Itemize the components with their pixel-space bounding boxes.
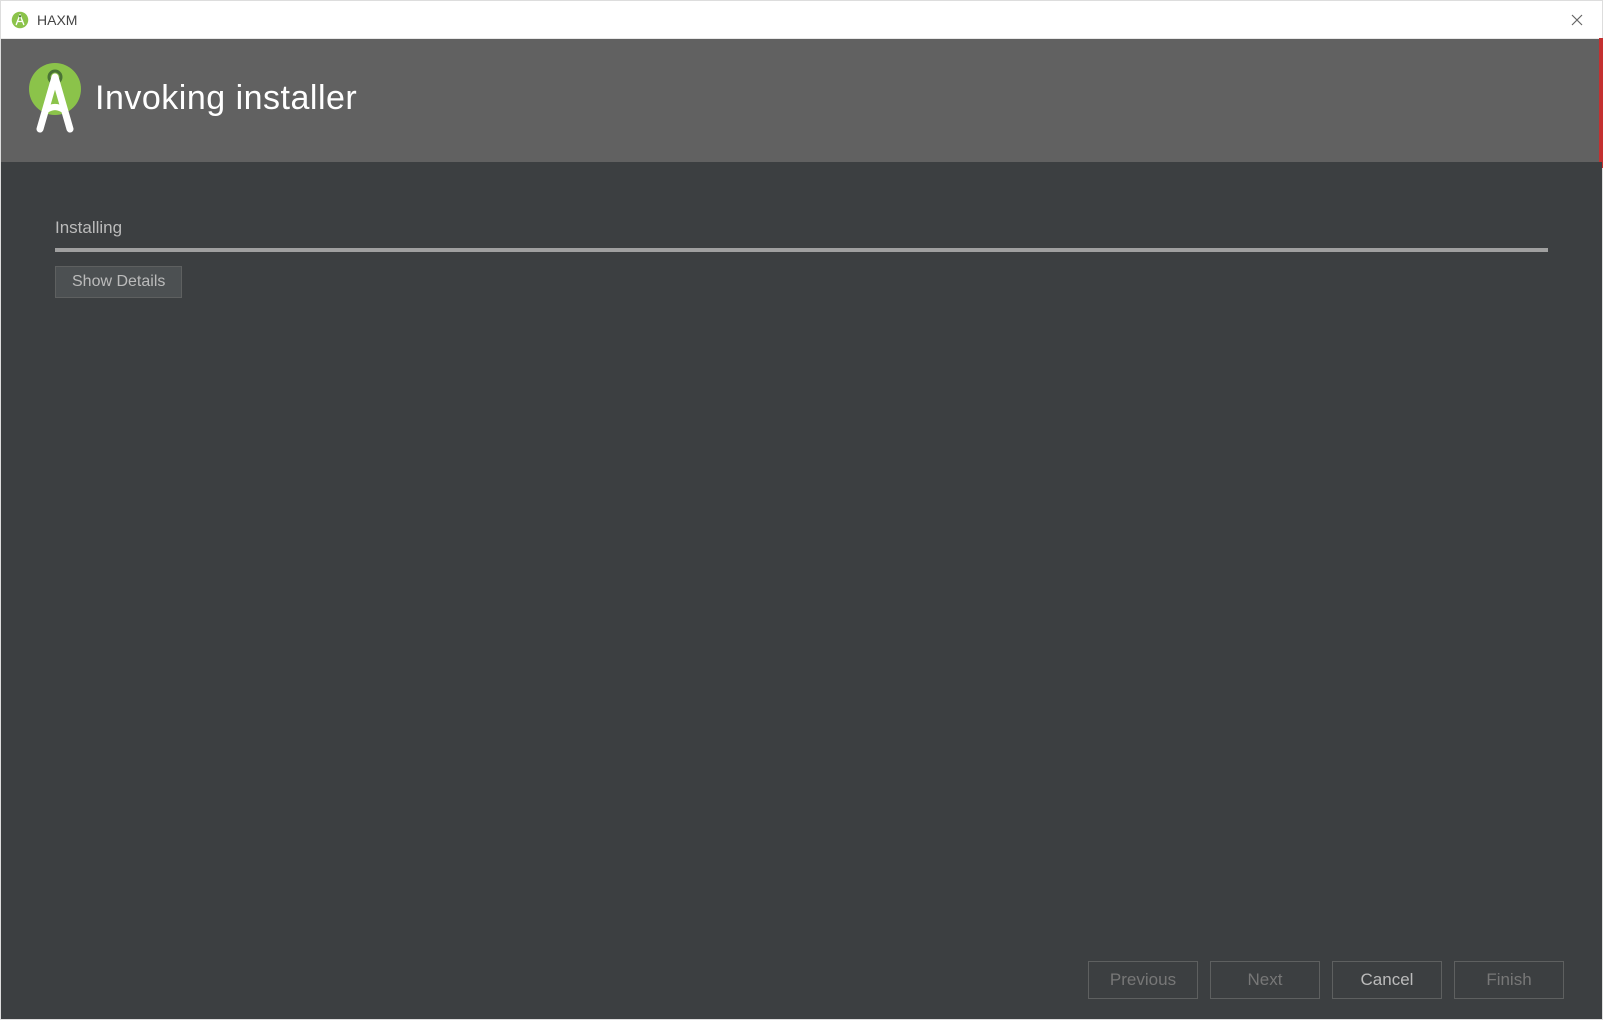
next-button: Next <box>1210 961 1320 999</box>
content-area: Installing Show Details <box>1 162 1602 947</box>
footer: Previous Next Cancel Finish <box>1 947 1602 1019</box>
page-title: Invoking installer <box>95 79 357 118</box>
red-indicator <box>1599 38 1603 168</box>
status-text: Installing <box>55 218 1548 238</box>
cancel-button[interactable]: Cancel <box>1332 961 1442 999</box>
close-icon <box>1571 14 1583 26</box>
finish-button: Finish <box>1454 961 1564 999</box>
android-studio-icon <box>11 11 29 29</box>
titlebar-left: HAXM <box>11 11 77 29</box>
header: Invoking installer <box>1 39 1602 162</box>
previous-button: Previous <box>1088 961 1198 999</box>
haxm-installer-window: HAXM Invoking installer Installing Show … <box>0 0 1603 1020</box>
show-details-button[interactable]: Show Details <box>55 266 182 298</box>
close-button[interactable] <box>1552 1 1602 39</box>
window-title: HAXM <box>37 12 77 28</box>
progress-bar <box>55 248 1548 252</box>
titlebar: HAXM <box>1 1 1602 39</box>
android-studio-logo-icon <box>25 61 85 136</box>
